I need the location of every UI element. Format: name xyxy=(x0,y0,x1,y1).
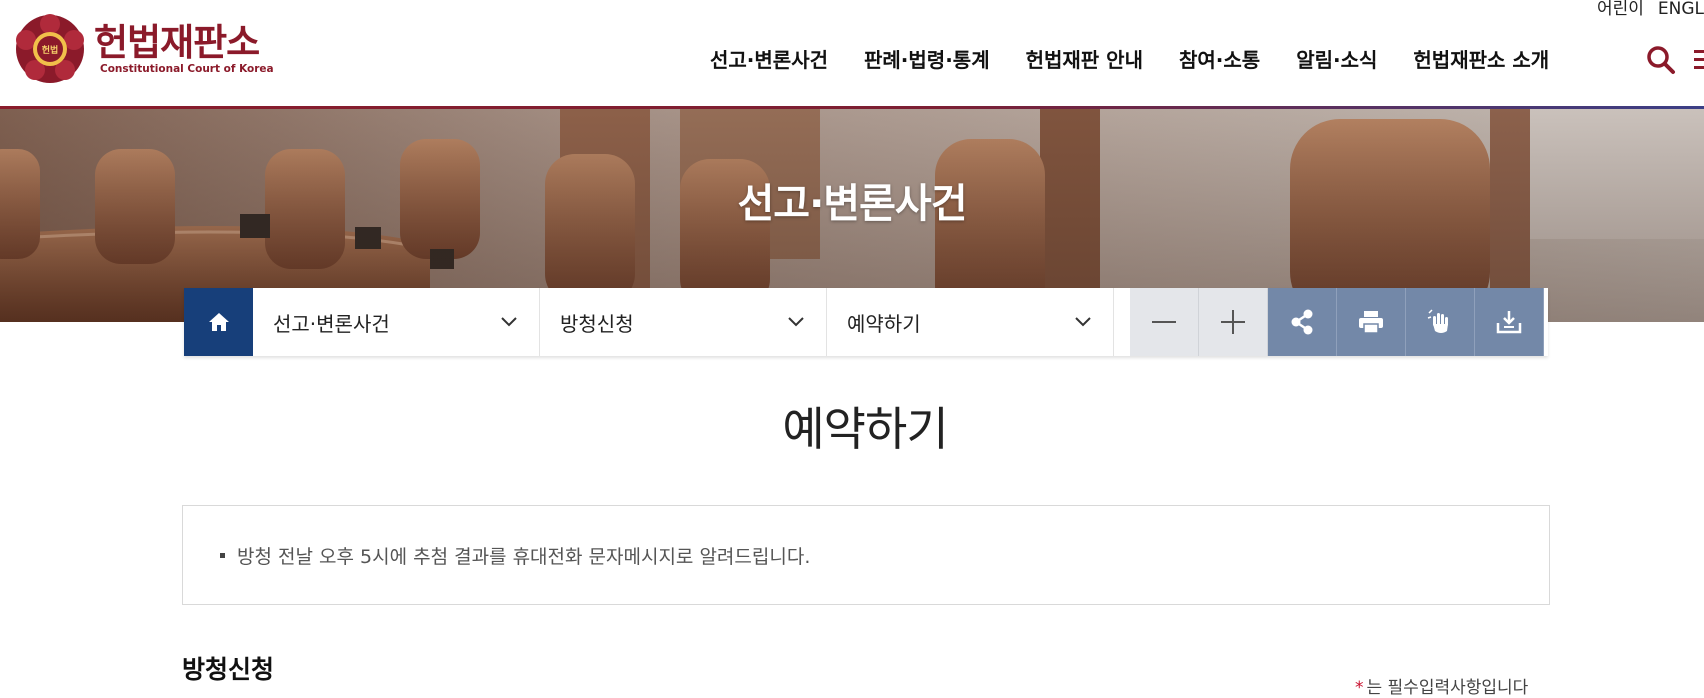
chevron-down-icon xyxy=(501,317,517,327)
gnb-item-cases[interactable]: 선고·변론사건 xyxy=(710,44,828,76)
required-note: * 는 필수입력사항입니다 xyxy=(1355,673,1528,698)
court-emblem-icon: 헌법 xyxy=(16,14,84,83)
gnb-item-about[interactable]: 헌법재판소 소개 xyxy=(1413,44,1549,76)
site-header: 어린이 ENGL 헌법 헌법재판소 Constitutional Court o… xyxy=(0,0,1704,109)
search-icon[interactable] xyxy=(1645,44,1677,76)
location-depth1-label: 선고·변론사건 xyxy=(273,311,390,336)
zoom-in-button[interactable] xyxy=(1199,288,1268,356)
gnb-item-participation[interactable]: 참여·소통 xyxy=(1179,44,1260,76)
hand-gesture-button[interactable] xyxy=(1406,288,1475,356)
download-button[interactable] xyxy=(1475,288,1544,356)
emblem-text: 헌법 xyxy=(42,44,59,56)
section-title: 방청신청 xyxy=(182,655,275,684)
plus-icon xyxy=(1221,310,1245,334)
global-nav: 선고·변론사건 판례·법령·통계 헌법재판 안내 참여·소통 알림·소식 헌법재… xyxy=(710,44,1585,76)
location-depth3-label: 예약하기 xyxy=(847,311,921,336)
menu-icon[interactable] xyxy=(1694,48,1704,72)
location-depth2-select[interactable]: 방청신청 xyxy=(540,288,827,356)
gnb-item-news[interactable]: 알림·소식 xyxy=(1296,44,1377,76)
required-star: * xyxy=(1355,678,1364,698)
download-icon xyxy=(1496,311,1522,334)
gnb-item-guide[interactable]: 헌법재판 안내 xyxy=(1026,44,1143,76)
location-depth1-select[interactable]: 선고·변론사건 xyxy=(253,288,540,356)
kids-link[interactable]: 어린이 xyxy=(1597,0,1644,18)
notice-box: 방청 전날 오후 5시에 추첨 결과를 휴대전화 문자메시지로 알려드립니다. xyxy=(182,505,1550,605)
page-title: 예약하기 xyxy=(782,402,948,456)
tools-gap xyxy=(1114,288,1130,356)
home-icon xyxy=(208,313,229,331)
logo-name-ko: 헌법재판소 xyxy=(94,21,260,64)
notice-item: 방청 전날 오후 5시에 추첨 결과를 휴대전화 문자메시지로 알려드립니다. xyxy=(220,542,810,569)
chevron-down-icon xyxy=(1075,317,1091,327)
location-depth2-label: 방청신청 xyxy=(560,311,634,336)
share-button[interactable] xyxy=(1268,288,1337,356)
hand-icon xyxy=(1427,309,1448,333)
bullet-icon xyxy=(220,553,225,558)
logo-text: 헌법재판소 Constitutional Court of Korea xyxy=(94,21,274,76)
hero-title: 선고·변론사건 xyxy=(737,181,968,227)
print-button[interactable] xyxy=(1337,288,1406,356)
location-bar: 선고·변론사건 방청신청 예약하기 xyxy=(184,288,1548,356)
english-link[interactable]: ENGL xyxy=(1658,0,1704,18)
location-depth3-select[interactable]: 예약하기 xyxy=(827,288,1114,356)
gnb-item-precedents[interactable]: 판례·법령·통계 xyxy=(864,44,990,76)
minus-icon xyxy=(1152,321,1176,323)
chevron-down-icon xyxy=(788,317,804,327)
notice-text: 방청 전날 오후 5시에 추첨 결과를 휴대전화 문자메시지로 알려드립니다. xyxy=(237,546,811,568)
site-logo[interactable]: 헌법 헌법재판소 Constitutional Court of Korea xyxy=(14,14,274,84)
print-icon xyxy=(1359,311,1383,334)
zoom-out-button[interactable] xyxy=(1130,288,1199,356)
utility-links: 어린이 ENGL xyxy=(1597,0,1704,18)
logo-name-en: Constitutional Court of Korea xyxy=(100,63,274,75)
required-note-text: 는 필수입력사항입니다 xyxy=(1366,678,1529,698)
share-icon xyxy=(1291,309,1313,335)
home-button[interactable] xyxy=(184,288,253,356)
